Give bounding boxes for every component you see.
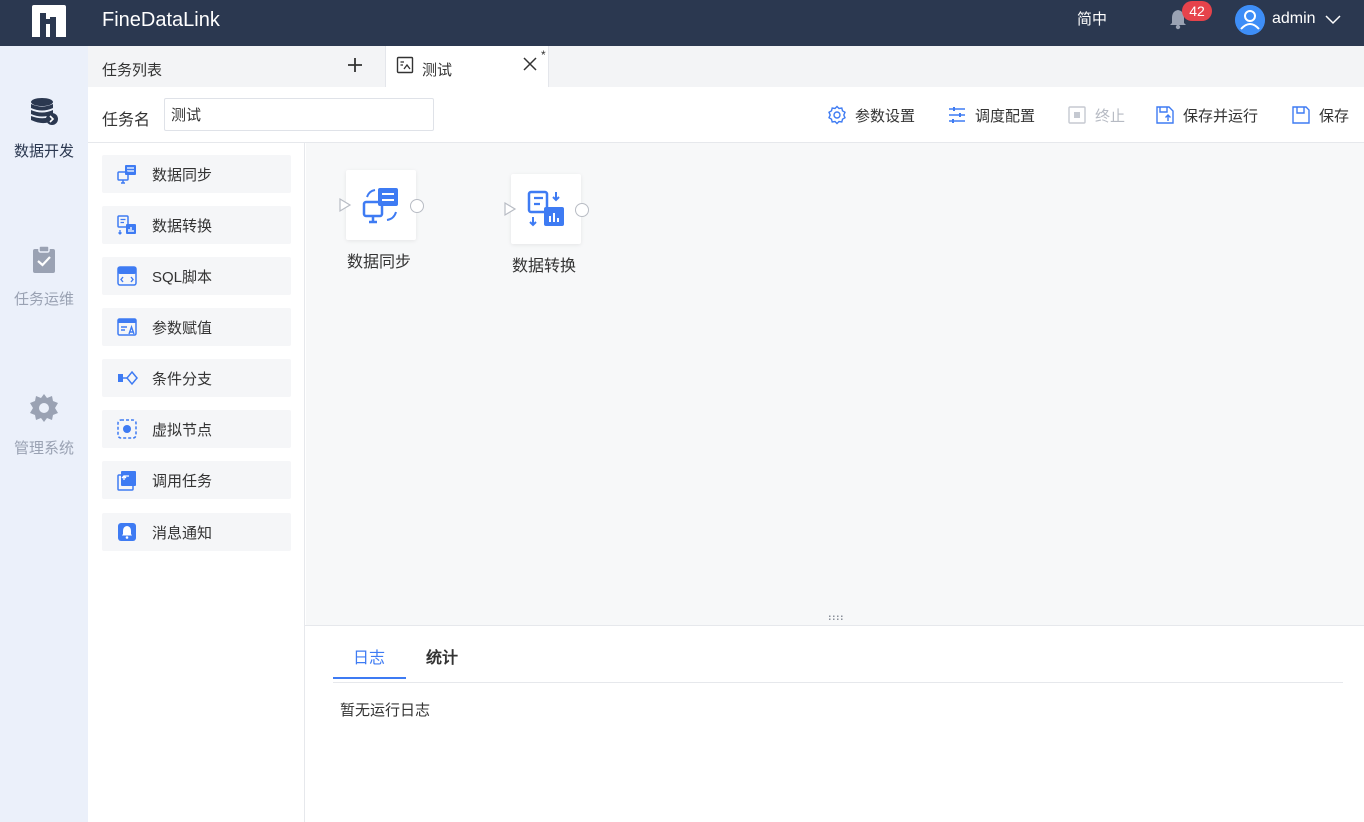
sidebar-item-label: 任务运维	[13, 291, 74, 308]
task-name-label: 任务名	[102, 112, 151, 129]
palette-item-label: 消息通知	[152, 524, 213, 542]
button-label: 保存并运行	[1183, 107, 1259, 125]
empty-log-message: 暂无运行日志	[340, 702, 431, 719]
palette-item-label: SQL脚本	[152, 268, 213, 286]
stop-icon	[1068, 106, 1086, 124]
virtual-node-icon	[117, 419, 137, 439]
button-label: 参数设置	[855, 107, 916, 125]
document-icon	[396, 56, 414, 74]
button-label: 保存	[1319, 107, 1350, 125]
data-sync-icon	[362, 188, 398, 224]
palette-item-data-sync[interactable]: 数据同步	[102, 155, 291, 193]
save-run-icon	[1156, 106, 1174, 124]
tab-label: 测试	[422, 62, 453, 79]
divider	[333, 682, 1343, 683]
task-name-input[interactable]	[164, 98, 434, 131]
palette-item-data-transform[interactable]: 数据转换	[102, 206, 291, 244]
sidebar-item-label: 数据开发	[13, 143, 74, 160]
save-and-run-button[interactable]: 保存并运行	[1155, 104, 1258, 126]
add-icon[interactable]	[345, 55, 365, 75]
sql-script-icon	[117, 266, 137, 286]
palette-item-label: 数据转换	[152, 217, 213, 235]
tab-test[interactable]: 测试 *	[385, 46, 549, 87]
data-transform-icon	[527, 190, 564, 227]
palette-item-label: 条件分支	[152, 370, 213, 388]
palette-item-condition-branch[interactable]: 条件分支	[102, 359, 291, 397]
palette-item-virtual-node[interactable]: 虚拟节点	[102, 410, 291, 448]
log-panel: 日志 统计 暂无运行日志	[305, 625, 1364, 822]
user-avatar-icon[interactable]	[1235, 5, 1265, 35]
app-title: FineDataLink	[102, 9, 220, 31]
tab-label: 任务列表	[102, 62, 163, 79]
sidebar-item-label: 管理系统	[13, 440, 74, 457]
palette-item-notification[interactable]: 消息通知	[102, 513, 291, 551]
palette-item-sql-script[interactable]: SQL脚本	[102, 257, 291, 295]
notification-badge[interactable]: 42	[1182, 1, 1212, 21]
button-label: 调度配置	[975, 107, 1036, 125]
data-sync-icon	[117, 165, 136, 184]
language-switch[interactable]: 简中	[1077, 8, 1107, 29]
parameter-assign-icon	[117, 318, 137, 336]
active-tab-indicator	[333, 677, 406, 679]
input-port-icon[interactable]	[338, 197, 352, 213]
stop-button[interactable]: 终止	[1067, 104, 1125, 126]
node-palette: 数据同步 数据转换 SQL脚本 参数赋值 条件分支 虚拟节点 调用任务 消息通知	[88, 143, 305, 822]
clipboard-check-icon	[33, 245, 55, 273]
sliders-icon	[949, 107, 965, 123]
gear-icon	[30, 394, 58, 422]
tab-statistics[interactable]: 统计	[426, 644, 458, 668]
resize-handle-icon[interactable]	[828, 615, 846, 621]
palette-item-label: 虚拟节点	[152, 421, 213, 439]
output-port[interactable]	[410, 199, 424, 213]
palette-item-label: 参数赋值	[152, 319, 213, 337]
top-bar: FineDataLink 简中 42 admin	[0, 0, 1364, 46]
node-label: 数据同步	[347, 254, 412, 271]
tab-log[interactable]: 日志	[353, 644, 385, 668]
sidebar-item-management[interactable]: 管理系统	[0, 393, 88, 458]
node-label: 数据转换	[512, 258, 577, 275]
chevron-down-icon[interactable]	[1324, 12, 1342, 26]
task-toolbar: 任务名 参数设置 调度配置 终止 保存并运行	[88, 87, 1364, 143]
schedule-config-button[interactable]: 调度配置	[947, 104, 1035, 126]
sidebar-item-data-dev[interactable]: 数据开发	[0, 96, 88, 161]
notification-icon	[118, 523, 136, 541]
unsaved-indicator: *	[541, 48, 546, 62]
username[interactable]: admin	[1272, 10, 1316, 28]
palette-item-label: 调用任务	[152, 472, 213, 490]
save-icon	[1292, 106, 1310, 124]
workflow-canvas[interactable]: 数据同步 数据转换	[306, 143, 1364, 625]
sidebar-item-task-ops[interactable]: 任务运维	[0, 244, 88, 309]
output-port[interactable]	[575, 203, 589, 217]
button-label: 终止	[1095, 107, 1126, 125]
finedatalink-logo-icon[interactable]	[28, 3, 68, 39]
palette-item-invoke-task[interactable]: 调用任务	[102, 461, 291, 499]
palette-item-parameter-assign[interactable]: 参数赋值	[102, 308, 291, 346]
save-button[interactable]: 保存	[1291, 104, 1349, 126]
palette-item-label: 数据同步	[152, 166, 213, 184]
data-transform-icon	[117, 215, 136, 235]
invoke-task-icon	[117, 471, 136, 491]
database-icon	[31, 98, 58, 125]
close-icon[interactable]	[522, 56, 538, 72]
canvas-node-data-sync[interactable]	[339, 170, 424, 240]
canvas-node-data-transform[interactable]	[504, 174, 589, 244]
condition-branch-icon	[118, 370, 138, 386]
settings-icon	[828, 105, 846, 125]
input-port-icon[interactable]	[503, 201, 517, 217]
tab-task-list[interactable]: 任务列表	[88, 46, 385, 87]
parameter-settings-button[interactable]: 参数设置	[827, 104, 915, 126]
task-tabs-bar: 任务列表 测试 *	[88, 46, 1364, 87]
main-sidebar: 数据开发 任务运维 管理系统	[0, 46, 88, 822]
